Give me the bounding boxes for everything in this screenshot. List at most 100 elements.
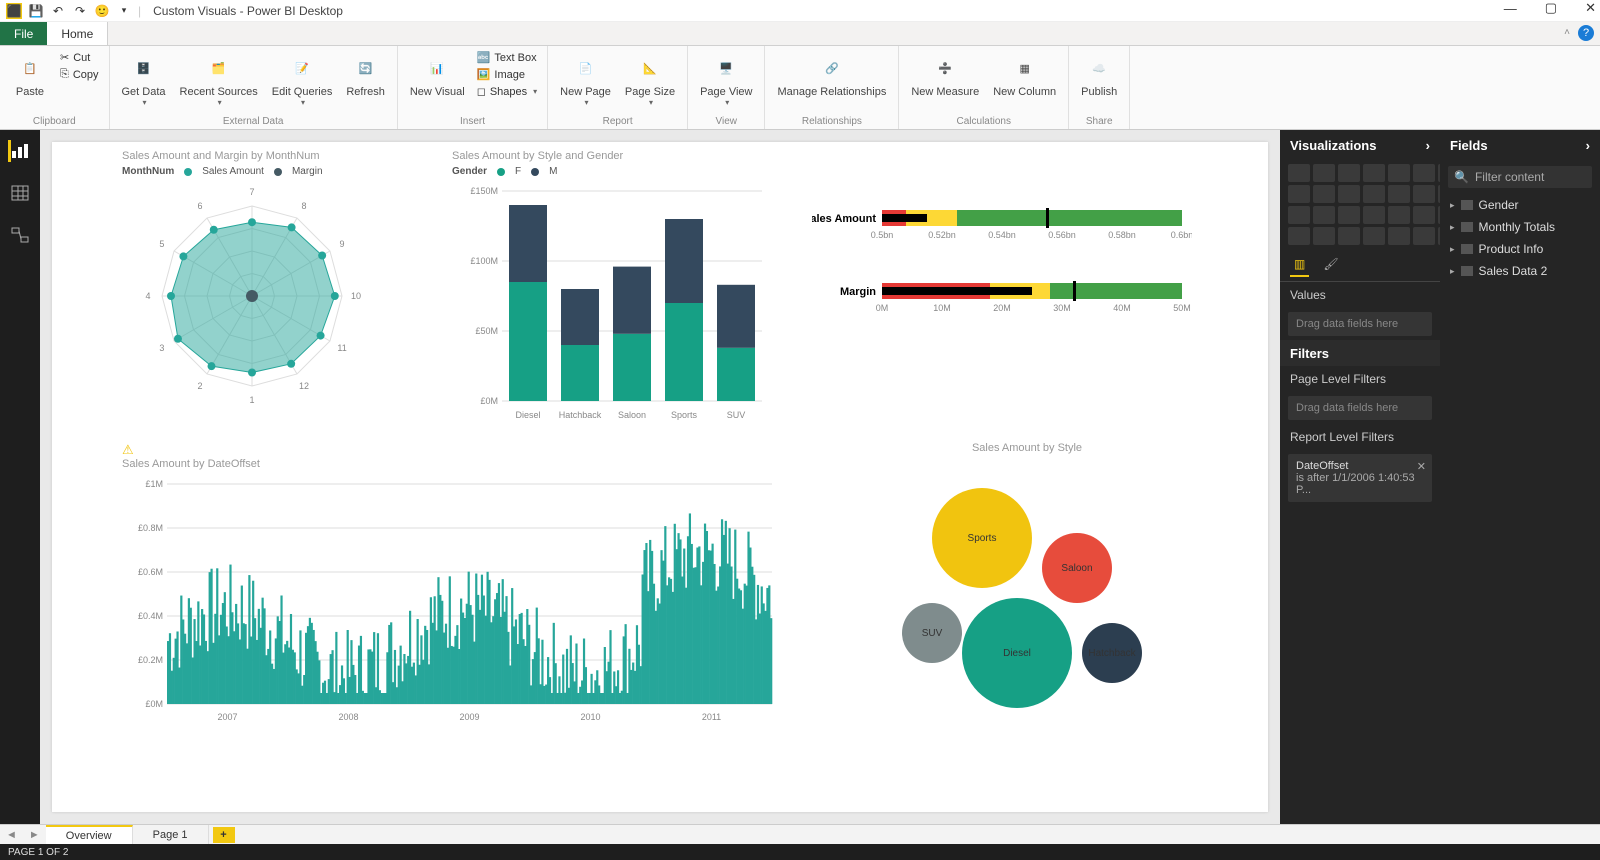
field-table[interactable]: Product Info — [1440, 238, 1600, 260]
viz-type-icon[interactable] — [1413, 227, 1435, 245]
recent-sources-button[interactable]: 🗂️Recent Sources — [176, 50, 262, 109]
viz-type-icon[interactable] — [1388, 185, 1410, 203]
svg-text:2008: 2008 — [338, 712, 358, 722]
radar-chart[interactable]: 789101112123456 — [122, 181, 382, 411]
external-data-label: External Data — [118, 116, 389, 129]
bullet-chart-sales[interactable]: Sales Amount0.5bn0.52bn0.54bn0.56bn0.58b… — [812, 202, 1192, 252]
viz-type-icon[interactable] — [1338, 206, 1360, 224]
refresh-button[interactable]: 🔄Refresh — [342, 50, 389, 100]
edit-queries-button[interactable]: 📝Edit Queries — [268, 50, 337, 109]
svg-text:10M: 10M — [933, 303, 951, 313]
cut-button[interactable]: ✂ Cut — [58, 50, 101, 65]
format-subtab-icon[interactable]: 🖌 — [1319, 253, 1342, 277]
new-page-button[interactable]: 📄New Page — [556, 50, 615, 109]
timeseries-chart[interactable]: £0M£0.2M£0.4M£0.6M£0.8M£1M20072008200920… — [122, 474, 782, 724]
collapse-ribbon-icon[interactable]: ˄ — [1564, 27, 1570, 38]
svg-text:0.52bn: 0.52bn — [928, 230, 956, 240]
page-tab-page1[interactable]: Page 1 — [133, 825, 209, 844]
undo-icon[interactable]: ↶ — [50, 3, 66, 19]
new-column-button[interactable]: ▦New Column — [989, 50, 1060, 100]
viz-type-icon[interactable] — [1413, 164, 1435, 182]
viz-type-icon[interactable] — [1363, 164, 1385, 182]
viz-type-icon[interactable] — [1388, 227, 1410, 245]
svg-text:£0M: £0M — [145, 699, 163, 709]
relationships-label: Relationships — [773, 116, 890, 129]
viz-type-icon[interactable] — [1313, 185, 1335, 203]
image-button[interactable]: 🖼️ Image — [475, 67, 539, 82]
get-data-button[interactable]: 🗄️Get Data — [118, 50, 170, 109]
svg-text:7: 7 — [249, 187, 254, 197]
viz-type-icon[interactable] — [1363, 227, 1385, 245]
viz-type-icon[interactable] — [1338, 227, 1360, 245]
svg-text:0.5bn: 0.5bn — [871, 230, 894, 240]
svg-text:£0M: £0M — [480, 396, 498, 406]
save-icon[interactable]: 💾 — [28, 3, 44, 19]
file-tab[interactable]: File — [0, 22, 47, 45]
search-input[interactable]: 🔍 Filter content — [1448, 166, 1592, 188]
page-prev-icon[interactable]: ◄ — [0, 829, 23, 841]
manage-relationships-button[interactable]: 🔗Manage Relationships — [773, 50, 890, 100]
close-icon[interactable]: ✕ — [1585, 0, 1596, 16]
bullet-chart-margin[interactable]: Margin0M10M20M30M40M50M — [812, 275, 1192, 325]
data-view-icon[interactable] — [9, 182, 31, 204]
svg-text:£0.6M: £0.6M — [138, 567, 163, 577]
new-visual-button[interactable]: 📊New Visual — [406, 50, 469, 100]
viz-type-icon[interactable] — [1363, 206, 1385, 224]
report-view-icon[interactable] — [8, 140, 30, 162]
bar-legend-f: F — [515, 166, 521, 177]
svg-text:£1M: £1M — [145, 479, 163, 489]
page-filter-well[interactable]: Drag data fields here — [1288, 396, 1432, 420]
field-table[interactable]: Gender — [1440, 194, 1600, 216]
chevron-right-icon[interactable]: › — [1426, 138, 1430, 153]
maximize-icon[interactable]: ▢ — [1545, 0, 1557, 16]
viz-type-icon[interactable] — [1313, 164, 1335, 182]
viz-type-icon[interactable] — [1288, 164, 1310, 182]
textbox-button[interactable]: 🔤 Text Box — [475, 50, 539, 65]
bubble-chart[interactable]: SportsSaloonSUVDieselHatchback — [862, 458, 1192, 718]
add-page-button[interactable]: + — [213, 827, 235, 843]
viz-type-icon[interactable] — [1313, 206, 1335, 224]
viz-type-icon[interactable] — [1363, 185, 1385, 203]
publish-button[interactable]: ☁️Publish — [1077, 50, 1121, 100]
viz-type-icon[interactable] — [1338, 185, 1360, 203]
report-canvas[interactable]: Sales Amount and Margin by MonthNum Mont… — [40, 130, 1280, 824]
fields-subtab-icon[interactable]: ▥ — [1290, 253, 1309, 277]
values-drop-well[interactable]: Drag data fields here — [1288, 312, 1432, 336]
viz-type-icon[interactable] — [1388, 206, 1410, 224]
viz-type-icon[interactable] — [1288, 227, 1310, 245]
home-tab[interactable]: Home — [47, 22, 108, 45]
minimize-icon[interactable]: — — [1504, 1, 1517, 16]
copy-button[interactable]: ⎘ Copy — [58, 67, 101, 82]
viz-type-icon[interactable] — [1313, 227, 1335, 245]
field-table[interactable]: Monthly Totals — [1440, 216, 1600, 238]
redo-icon[interactable]: ↷ — [72, 3, 88, 19]
qat-dropdown-icon[interactable]: ▾ — [116, 3, 132, 19]
chevron-right-icon[interactable]: › — [1586, 138, 1590, 153]
stacked-bar-chart[interactable]: £0M£50M£100M£150MDieselHatchbackSaloonSp… — [452, 181, 772, 426]
page-size-button[interactable]: 📐Page Size — [621, 50, 679, 109]
viz-type-icon[interactable] — [1338, 164, 1360, 182]
viz-type-icon[interactable] — [1288, 185, 1310, 203]
svg-text:£150M: £150M — [470, 186, 498, 196]
page-view-button[interactable]: 🖥️Page View — [696, 50, 756, 109]
relationships-view-icon[interactable] — [9, 224, 31, 246]
filter-chip-dateoffset[interactable]: DateOffset is after 1/1/2006 1:40:53 P..… — [1288, 454, 1432, 502]
viz-type-icon[interactable] — [1388, 164, 1410, 182]
page-tab-overview[interactable]: Overview — [46, 825, 133, 844]
shapes-button[interactable]: ◻ Shapes — [475, 84, 539, 99]
viz-type-icon[interactable] — [1413, 206, 1435, 224]
page-next-icon[interactable]: ► — [23, 829, 46, 841]
svg-text:2010: 2010 — [580, 712, 600, 722]
new-measure-button[interactable]: ➗New Measure — [907, 50, 983, 100]
help-icon[interactable]: ? — [1578, 25, 1594, 41]
remove-filter-icon[interactable]: ✕ — [1417, 460, 1426, 473]
svg-text:£0.4M: £0.4M — [138, 611, 163, 621]
svg-text:Saloon: Saloon — [1061, 563, 1092, 574]
viz-type-icon[interactable] — [1413, 185, 1435, 203]
status-text: PAGE 1 OF 2 — [8, 847, 68, 858]
field-table[interactable]: Sales Data 2 — [1440, 260, 1600, 282]
viz-gallery[interactable] — [1280, 160, 1440, 249]
viz-type-icon[interactable] — [1288, 206, 1310, 224]
smiley-icon[interactable]: 🙂 — [94, 3, 110, 19]
paste-button[interactable]: 📋Paste — [8, 50, 52, 100]
